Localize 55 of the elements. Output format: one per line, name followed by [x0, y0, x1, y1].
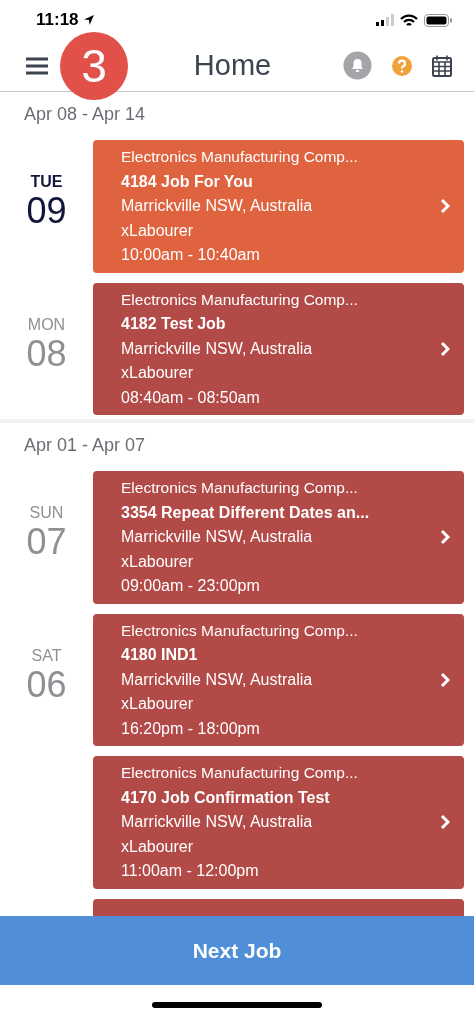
calendar-icon[interactable]: [432, 54, 452, 77]
job-title: 4184 Job For You: [121, 172, 254, 191]
weekday-label: SUN: [29, 504, 64, 522]
weekday-label: SAT: [31, 646, 62, 665]
week-range: Apr 01 - Apr 07: [23, 434, 147, 457]
date-number: 08: [26, 333, 67, 374]
job-card[interactable]: Electronics Manufacturing Comp... 4170 Job Confirmation Test Marrickville NSW, Australia xLabourer 11:00am - 12:00pm: [93, 756, 464, 889]
page-title: Home: [192, 49, 273, 82]
job-time: 11:00am - 12:00pm: [121, 862, 260, 881]
job-location: Marrickville NSW, Australia: [121, 813, 314, 832]
job-time: 09:00am - 23:00pm: [121, 577, 261, 596]
job-title: 3354 Repeat Different Dates an...: [121, 503, 371, 522]
job-role: xLabourer: [121, 221, 195, 240]
location-arrow-icon: [82, 14, 95, 26]
company-name: Electronics Manufacturing Comp...: [121, 621, 359, 640]
chevron-right-icon: [440, 340, 450, 357]
chevron-right-icon: [440, 814, 450, 831]
job-time: 08:40am - 08:50am: [121, 388, 261, 407]
date-number: 07: [26, 522, 67, 562]
week-range: Apr 08 - Apr 14: [23, 103, 147, 126]
weekday-label: MON: [27, 315, 66, 334]
job-card[interactable]: Electronics Manufacturing Comp... 3354 Repeat Different Dates an... Marrickville NSW, Australia xLabourer 09:00am - 23:00pm: [93, 471, 464, 604]
date-number: 06: [26, 664, 67, 705]
signal-icon: [376, 14, 394, 26]
company-name: Electronics Manufacturing Comp...: [121, 290, 359, 309]
job-title: 4180 IND1: [121, 646, 199, 665]
job-title: 4182 Test Job: [121, 315, 227, 334]
job-location: Marrickville NSW, Australia: [121, 197, 314, 216]
step-badge: 3: [60, 32, 128, 100]
chevron-right-icon: [440, 529, 450, 546]
job-role: xLabourer: [121, 695, 195, 714]
job-card[interactable]: Electronics Manufacturing Comp... 4184 Job For You Marrickville NSW, Australia xLabourer 10:00am - 10:40am: [93, 140, 464, 273]
status-time: 11:18: [36, 10, 79, 30]
job-time: 16:20pm - 18:00pm: [121, 719, 261, 738]
job-role: xLabourer: [121, 837, 195, 856]
job-location: Marrickville NSW, Australia: [121, 670, 314, 689]
wifi-icon: [400, 13, 418, 27]
job-card[interactable]: Electronics Manufacturing Comp... 4182 Test Job Marrickville NSW, Australia xLabourer 08:40am - 08:50am: [93, 282, 464, 415]
company-name: Electronics Manufacturing Comp...: [121, 764, 359, 783]
job-role: xLabourer: [121, 552, 195, 571]
company-name: Electronics Manufacturing Comp...: [121, 148, 359, 167]
job-card[interactable]: Electronics Manufacturing Comp... 4180 IND1 Marrickville NSW, Australia xLabourer 16:20pm - 18:00pm: [93, 613, 464, 746]
company-name: Electronics Manufacturing Comp...: [121, 479, 359, 498]
chevron-right-icon: [440, 198, 450, 215]
job-role: xLabourer: [121, 364, 195, 383]
job-time: 10:00am - 10:40am: [121, 246, 261, 265]
date-number: 09: [26, 191, 67, 231]
battery-icon: [424, 13, 452, 27]
job-location: Marrickville NSW, Australia: [121, 339, 314, 358]
menu-icon[interactable]: [26, 56, 48, 75]
job-title: 4170 Job Confirmation Test: [121, 788, 331, 807]
job-location: Marrickville NSW, Australia: [121, 528, 314, 547]
next-job-button[interactable]: Next Job: [0, 916, 474, 985]
chevron-right-icon: [440, 671, 450, 688]
weekday-label: TUE: [30, 173, 63, 191]
